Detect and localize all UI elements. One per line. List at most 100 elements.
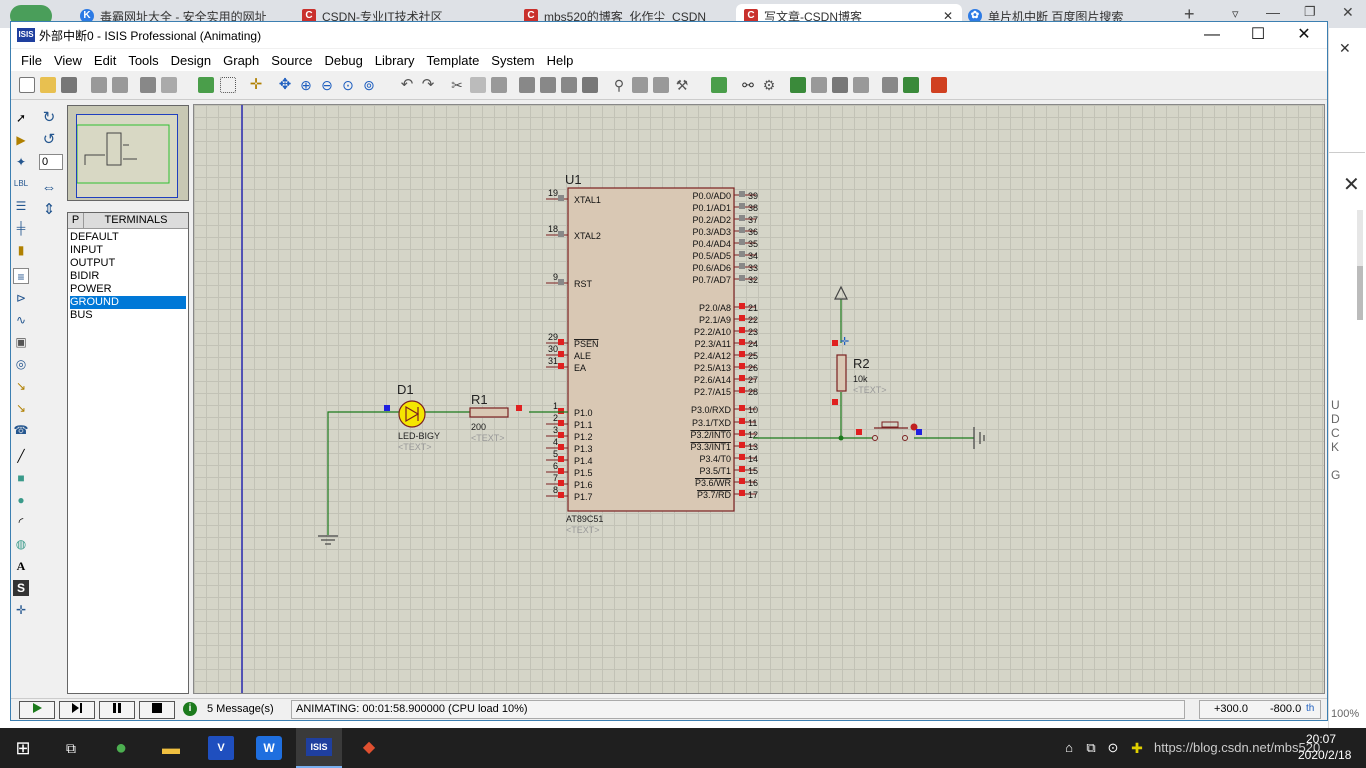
block-copy-icon[interactable] (519, 77, 535, 93)
browser-app-icon[interactable]: ● (108, 736, 134, 760)
origin-icon[interactable]: ✛ (248, 77, 264, 93)
wire-autorouter-icon[interactable] (711, 77, 727, 93)
zoom-area-icon[interactable]: ⊚ (361, 77, 377, 93)
export-icon[interactable] (112, 77, 128, 93)
isis-taskbar-button[interactable]: ISIS (296, 728, 342, 768)
block-rotate-icon[interactable] (561, 77, 577, 93)
symbol-tool-icon[interactable]: S (13, 580, 29, 596)
packaging-tool-icon[interactable]: ⚒ (674, 77, 690, 93)
erc-icon[interactable] (882, 77, 898, 93)
rotate-ccw-icon[interactable]: ↺ (41, 132, 57, 148)
app-icon[interactable]: ◆ (356, 736, 382, 760)
ares-icon[interactable] (931, 77, 947, 93)
arc-tool-icon[interactable]: ◜ (13, 514, 29, 530)
zoom-in-icon[interactable]: ⊕ (298, 77, 314, 93)
overview-window[interactable] (67, 105, 189, 201)
maximize-button[interactable]: ☐ (1235, 22, 1281, 48)
terminal-item-output[interactable]: OUTPUT (70, 257, 186, 270)
property-tool-icon[interactable]: ⚙ (761, 77, 777, 93)
remove-sheet-icon[interactable] (811, 77, 827, 93)
terminal-item-ground[interactable]: GROUND (70, 296, 186, 309)
marker-tool-icon[interactable]: ✛ (13, 602, 29, 618)
menu-library[interactable]: Library (369, 53, 421, 68)
paste-icon[interactable] (491, 77, 507, 93)
import-icon[interactable] (91, 77, 107, 93)
redo-icon[interactable]: ↷ (420, 77, 436, 93)
open-icon[interactable] (40, 77, 56, 93)
tab-search-icon[interactable]: ▿ (1232, 6, 1239, 22)
copy-icon[interactable] (470, 77, 486, 93)
pan-icon[interactable]: ✥ (277, 77, 293, 93)
file-explorer-icon[interactable]: ▬ (158, 736, 184, 760)
print-icon[interactable] (140, 77, 156, 93)
r1-resistor[interactable] (469, 407, 509, 418)
exit-parent-icon[interactable] (832, 77, 848, 93)
junction-mode-icon[interactable]: ✦ (13, 154, 29, 170)
mirror-x-icon[interactable]: ⇔ (41, 180, 57, 196)
make-device-icon[interactable] (632, 77, 648, 93)
zoom-out-icon[interactable]: ⊖ (319, 77, 335, 93)
keil-app-icon[interactable]: V (208, 736, 234, 760)
menu-graph[interactable]: Graph (217, 53, 265, 68)
save-icon[interactable] (61, 77, 77, 93)
step-button[interactable] (59, 701, 95, 719)
pick-button[interactable]: P (68, 213, 84, 228)
generator-mode-icon[interactable]: ◎ (13, 356, 29, 372)
netlist-icon[interactable] (903, 77, 919, 93)
mirror-y-icon[interactable]: ⇕ (41, 202, 57, 218)
refresh-icon[interactable] (198, 77, 214, 93)
bus-mode-icon[interactable]: ╪ (13, 220, 29, 236)
task-view-icon[interactable]: ⧉ (58, 736, 84, 760)
print-area-icon[interactable] (161, 77, 177, 93)
minimize-button[interactable]: — (1189, 22, 1235, 48)
text-script-mode-icon[interactable]: ☰ (13, 198, 29, 214)
current-probe-icon[interactable]: ↘ (13, 400, 29, 416)
zoom-all-icon[interactable]: ⊙ (340, 77, 356, 93)
menu-help[interactable]: Help (541, 53, 580, 68)
menu-source[interactable]: Source (265, 53, 318, 68)
r2-resistor[interactable] (836, 354, 847, 392)
selection-mode-icon[interactable]: ➚ (13, 110, 29, 126)
terminal-item-bidir[interactable]: BIDIR (70, 270, 186, 283)
close-button[interactable]: ✕ (1281, 22, 1327, 48)
menu-view[interactable]: View (48, 53, 88, 68)
pick-device-icon[interactable]: ⚲ (611, 77, 627, 93)
new-icon[interactable] (19, 77, 35, 93)
terminal-item-power[interactable]: POWER (70, 283, 186, 296)
stop-button[interactable] (139, 701, 175, 719)
tray-icon[interactable]: ✚ (1124, 736, 1150, 760)
messages-count[interactable]: 5 Message(s) (207, 703, 274, 715)
cut-icon[interactable]: ✂ (449, 77, 465, 93)
graph-mode-icon[interactable]: ∿ (13, 312, 29, 328)
voltage-probe-icon[interactable]: ↘ (13, 378, 29, 394)
scrollbar[interactable] (1357, 210, 1363, 320)
new-sheet-icon[interactable] (790, 77, 806, 93)
terminals-mode-icon[interactable]: ≡ (13, 268, 29, 284)
subcircuit-mode-icon[interactable]: ▮ (13, 242, 29, 258)
windows-start-icon[interactable]: ⊞ (10, 736, 36, 760)
browser-close-icon[interactable]: ✕ (1342, 4, 1354, 21)
line-tool-icon[interactable]: ╱ (13, 448, 29, 464)
browser-minimize-icon[interactable]: — (1266, 4, 1280, 20)
schematic-canvas[interactable]: U1 AT89C51 <TEXT> 19 XTAL1 18 XTAL2 9 RST 29 PS… (193, 104, 1325, 694)
menu-tools[interactable]: Tools (122, 53, 164, 68)
tape-recorder-icon[interactable]: ▣ (13, 334, 29, 350)
grid-icon[interactable] (220, 77, 236, 93)
play-button[interactable] (19, 701, 55, 719)
search-icon[interactable]: ⚯ (740, 77, 756, 93)
rotation-input[interactable]: 0 (39, 154, 63, 170)
side-close-icon[interactable]: ✕ (1339, 40, 1351, 57)
path-tool-icon[interactable]: ◍ (13, 536, 29, 552)
menu-template[interactable]: Template (421, 53, 486, 68)
text-tool-icon[interactable]: A (13, 558, 29, 574)
menu-file[interactable]: File (15, 53, 48, 68)
decompose-icon[interactable] (653, 77, 669, 93)
virtual-instruments-icon[interactable]: ☎ (13, 422, 29, 438)
block-move-icon[interactable] (540, 77, 556, 93)
browser-maximize-icon[interactable]: ❐ (1304, 4, 1316, 20)
terminal-item-input[interactable]: INPUT (70, 244, 186, 257)
wire-label-mode-icon[interactable]: LBL (11, 176, 31, 192)
rotate-cw-icon[interactable]: ↻ (41, 110, 57, 126)
box-tool-icon[interactable]: ■ (13, 470, 29, 486)
menu-debug[interactable]: Debug (318, 53, 368, 68)
